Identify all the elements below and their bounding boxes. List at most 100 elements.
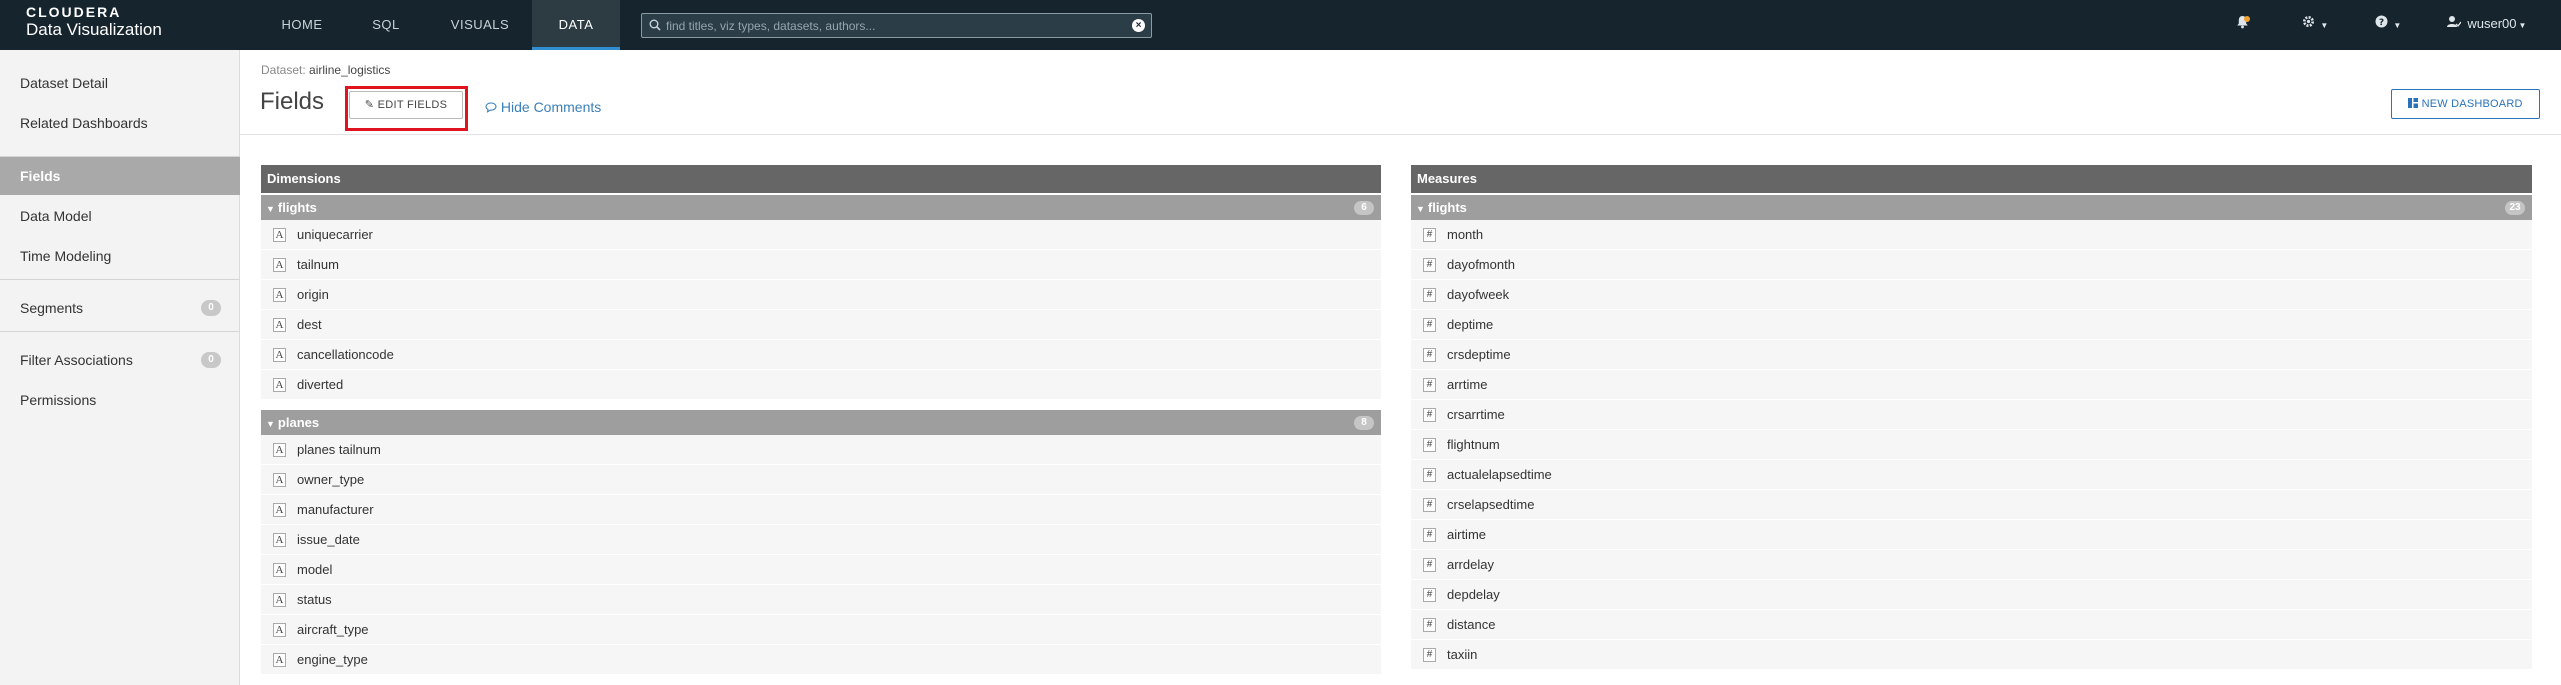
text-type-icon: A — [273, 593, 286, 607]
sidebar-item-filter-associations[interactable]: Filter Associations 0 — [0, 341, 240, 379]
measure-field-row[interactable]: # crsdeptime — [1411, 340, 2532, 370]
measure-field-row[interactable]: # dayofweek — [1411, 280, 2532, 310]
user-icon — [2447, 16, 2464, 31]
search-box[interactable]: × — [641, 13, 1152, 38]
number-type-icon: # — [1423, 618, 1436, 632]
edit-fields-button[interactable]: ✎ EDIT FIELDS — [349, 91, 463, 119]
group-name: flights — [1427, 200, 1467, 215]
sidebar-divider — [0, 331, 240, 332]
caret-down-icon: ▼ — [266, 204, 275, 214]
help-icon: ? — [2375, 15, 2391, 31]
nav-tab-sql[interactable]: SQL — [352, 0, 420, 50]
svg-text:?: ? — [2379, 18, 2384, 28]
sidebar-item-related-dashboards[interactable]: Related Dashboards — [0, 104, 240, 142]
nav-tab-visuals[interactable]: VISUALS — [436, 0, 524, 50]
field-name: issue_date — [297, 532, 360, 547]
sidebar: Dataset Detail Related Dashboards Fields… — [0, 50, 240, 685]
dataset-breadcrumb: Dataset: airline_logistics — [261, 63, 390, 77]
field-name: crsdeptime — [1447, 347, 1511, 362]
dimension-field-row[interactable]: Atailnum — [261, 250, 1381, 280]
dimension-field-row[interactable]: Aissue_date — [261, 525, 1381, 555]
notifications-button[interactable] — [2236, 15, 2250, 35]
dimension-field-row[interactable]: Aengine_type — [261, 645, 1381, 675]
brand-logo[interactable]: CLOUDERA Data Visualization — [26, 4, 162, 40]
field-name: manufacturer — [297, 502, 374, 517]
field-name: dest — [297, 317, 322, 332]
measure-field-row[interactable]: # depdelay — [1411, 580, 2532, 610]
top-navbar: CLOUDERA Data Visualization HOME SQL VIS… — [0, 0, 2561, 50]
header-divider — [240, 134, 2561, 135]
sidebar-item-label: Data Model — [20, 208, 92, 224]
user-menu[interactable]: wuser00 ▼ — [2447, 15, 2526, 35]
field-name: aircraft_type — [297, 622, 369, 637]
filter-associations-count-badge: 0 — [201, 352, 221, 368]
measure-field-row[interactable]: # taxiin — [1411, 640, 2532, 670]
settings-menu[interactable]: ▼ — [2302, 15, 2328, 35]
dimension-field-row[interactable]: Amanufacturer — [261, 495, 1381, 525]
dimension-field-row[interactable]: Amodel — [261, 555, 1381, 585]
dimension-field-row[interactable]: Astatus — [261, 585, 1381, 615]
measure-field-row[interactable]: # arrdelay — [1411, 550, 2532, 580]
measure-field-row[interactable]: # actualelapsedtime — [1411, 460, 2532, 490]
sidebar-item-segments[interactable]: Segments 0 — [0, 289, 240, 327]
new-dashboard-label: NEW DASHBOARD — [2421, 98, 2523, 110]
sidebar-item-fields[interactable]: Fields — [0, 157, 240, 195]
measure-field-row[interactable]: # dayofmonth — [1411, 250, 2532, 280]
measure-field-row[interactable]: # distance — [1411, 610, 2532, 640]
measure-field-row[interactable]: # crselapsedtime — [1411, 490, 2532, 520]
dimension-group-flights[interactable]: ▼ flights 6 — [261, 195, 1381, 220]
sidebar-item-label: Permissions — [20, 392, 97, 408]
caret-down-icon: ▼ — [266, 419, 275, 429]
sidebar-item-time-modeling[interactable]: Time Modeling — [0, 237, 240, 275]
field-name: crsarrtime — [1447, 407, 1505, 422]
dashboard-icon — [2408, 91, 2419, 119]
dimension-field-row[interactable]: Acancellationcode — [261, 340, 1381, 370]
measure-field-row[interactable]: # airtime — [1411, 520, 2532, 550]
measure-field-row[interactable]: # month — [1411, 220, 2532, 250]
number-type-icon: # — [1423, 378, 1436, 392]
dimension-field-row[interactable]: Aorigin — [261, 280, 1381, 310]
help-menu[interactable]: ? ▼ — [2375, 15, 2401, 35]
hide-comments-link[interactable]: Hide Comments — [485, 99, 601, 116]
measures-header: Measures — [1411, 165, 2532, 193]
measure-field-row[interactable]: # flightnum — [1411, 430, 2532, 460]
nav-tab-data[interactable]: DATA — [532, 0, 620, 50]
field-name: uniquecarrier — [297, 227, 373, 242]
dimension-field-row[interactable]: Aaircraft_type — [261, 615, 1381, 645]
text-type-icon: A — [273, 653, 286, 667]
measure-group-flights[interactable]: ▼ flights 23 — [1411, 195, 2532, 220]
nav-tab-home[interactable]: HOME — [262, 0, 342, 50]
field-name: tailnum — [297, 257, 339, 272]
dimension-field-row[interactable]: Adiverted — [261, 370, 1381, 400]
dimension-field-row[interactable]: Aowner_type — [261, 465, 1381, 495]
group-count-badge: 23 — [2505, 201, 2525, 215]
segments-count-badge: 0 — [201, 300, 221, 316]
dimension-field-row[interactable]: Adest — [261, 310, 1381, 340]
dimension-field-row[interactable]: Aplanes tailnum — [261, 435, 1381, 465]
number-type-icon: # — [1423, 348, 1436, 362]
field-name: owner_type — [297, 472, 365, 487]
field-name: model — [297, 562, 333, 577]
bell-icon — [2236, 15, 2250, 32]
text-type-icon: A — [273, 228, 286, 242]
new-dashboard-button[interactable]: NEW DASHBOARD — [2391, 89, 2540, 119]
dimension-group-planes[interactable]: ▼ planes 8 — [261, 410, 1381, 435]
sidebar-item-data-model[interactable]: Data Model — [0, 197, 240, 235]
sidebar-item-label: Fields — [20, 168, 61, 184]
number-type-icon: # — [1423, 258, 1436, 272]
sidebar-item-dataset-detail[interactable]: Dataset Detail — [0, 64, 240, 102]
text-type-icon: A — [273, 623, 286, 637]
dimension-field-row[interactable]: Auniquecarrier — [261, 220, 1381, 250]
measure-field-row[interactable]: # crsarrtime — [1411, 400, 2532, 430]
sidebar-item-permissions[interactable]: Permissions — [0, 381, 240, 419]
field-name: airtime — [1447, 527, 1487, 542]
measure-field-row[interactable]: # deptime — [1411, 310, 2532, 340]
measure-field-row[interactable]: # arrtime — [1411, 370, 2532, 400]
caret-down-icon: ▼ — [1416, 204, 1425, 214]
search-input[interactable] — [666, 16, 1121, 35]
dataset-name: airline_logistics — [309, 63, 391, 77]
hide-comments-label: Hide Comments — [500, 99, 602, 115]
brand-name: CLOUDERA — [26, 4, 122, 20]
field-name: depdelay — [1447, 587, 1500, 602]
clear-search-icon[interactable]: × — [1132, 19, 1145, 32]
